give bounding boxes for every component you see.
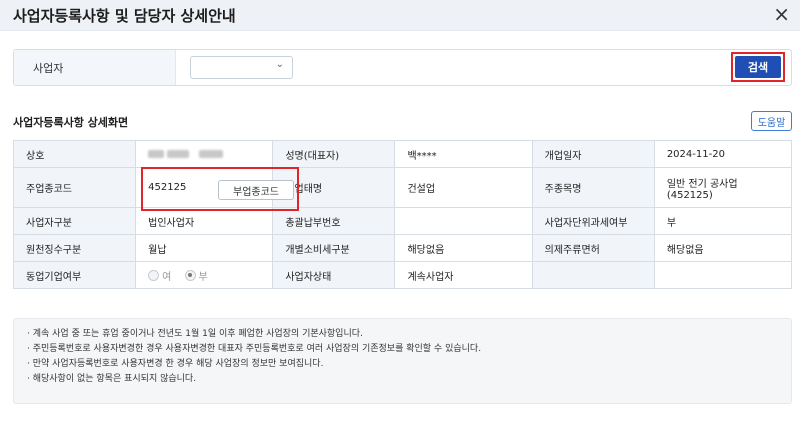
note-item: · 주민등록번호로 사용자변경한 경우 사용자변경한 대표자 주민등록번호로 여… — [27, 344, 482, 354]
label-cell: 사업자단위과세여부 — [531, 207, 655, 235]
value-cell: 해당없음 — [394, 234, 533, 262]
table-row: 상호 성명(대표자) 백**** 개업일자 2024-11-20 — [12, 140, 793, 168]
partnership-radio-group: 여 부 — [135, 261, 274, 289]
table-row: 사업자구분 법인사업자 총괄납부번호 사업자단위과세여부 부 — [12, 207, 793, 235]
value-cell: 법인사업자 — [135, 207, 274, 235]
label-cell: 개업일자 — [531, 140, 655, 168]
label-cell: 동업기업여부 — [12, 261, 137, 289]
business-label: 사업자 — [33, 62, 64, 75]
redacted-text — [198, 149, 223, 158]
search-button-highlight: 검색 — [731, 52, 785, 82]
radio-no[interactable] — [184, 269, 196, 281]
search-panel: 사업자 ⌄ 검색 — [13, 49, 792, 86]
search-label-cell: 사업자 — [14, 50, 176, 85]
trade-name-value — [135, 140, 274, 168]
value-cell: 부 — [653, 207, 793, 235]
label-cell: 상호 — [12, 140, 137, 168]
sub-industry-code-button[interactable]: 부업종코드 — [218, 180, 294, 200]
notes-box: · 계속 사업 중 또는 휴업 중이거나 전년도 1월 1일 이후 폐업한 사업… — [13, 318, 792, 404]
value-cell — [394, 207, 533, 235]
redacted-text — [167, 149, 190, 158]
chevron-down-icon: ⌄ — [275, 59, 284, 70]
close-icon[interactable]: × — [773, 2, 790, 26]
radio-no-label: 부 — [198, 271, 208, 283]
value-cell: 건설업 — [394, 167, 533, 208]
value-cell — [653, 261, 793, 289]
label-cell: 사업자구분 — [12, 207, 137, 235]
label-cell: 의제주류면허 — [531, 234, 655, 262]
dialog-title: 사업자등록사항 및 담당자 상세안내 — [13, 7, 236, 25]
redacted-text — [148, 149, 165, 158]
radio-yes[interactable] — [148, 269, 160, 281]
label-cell: 총괄납부번호 — [272, 207, 396, 235]
table-row: 동업기업여부 여 부 사업자상태 계속사업자 — [12, 261, 793, 289]
table-row: 원천징수구분 월납 개별소비세구분 해당없음 의제주류면허 해당없음 — [12, 234, 793, 262]
section-title: 사업자등록사항 상세화면 — [13, 116, 129, 129]
search-button[interactable]: 검색 — [735, 56, 781, 78]
business-select[interactable]: ⌄ — [190, 56, 293, 79]
note-item: · 계속 사업 중 또는 휴업 중이거나 전년도 1월 1일 이후 폐업한 사업… — [27, 329, 363, 339]
table-row: 주업종코드 452125 주업태명 건설업 주종목명 일반 전기 공사업(452… — [12, 167, 793, 208]
help-button[interactable]: 도움말 — [751, 111, 792, 131]
value-cell: 계속사업자 — [394, 261, 533, 289]
label-cell — [531, 261, 655, 289]
label-cell: 주종목명 — [531, 167, 655, 208]
value-cell: 해당없음 — [653, 234, 793, 262]
label-cell: 주업종코드 — [12, 167, 137, 208]
label-cell: 사업자상태 — [272, 261, 396, 289]
value-cell: 일반 전기 공사업(452125) — [653, 167, 793, 208]
value-cell: 백**** — [394, 140, 533, 168]
label-cell: 성명(대표자) — [272, 140, 396, 168]
dialog-header: 사업자등록사항 및 담당자 상세안내 × — [0, 0, 800, 31]
label-cell: 개별소비세구분 — [272, 234, 396, 262]
label-cell: 원천징수구분 — [12, 234, 137, 262]
note-item: · 만약 사업자등록번호로 사용자변경 한 경우 해당 사업장의 정보만 보여집… — [27, 359, 324, 369]
value-cell: 월납 — [135, 234, 274, 262]
note-item: · 해당사항이 없는 항목은 표시되지 않습니다. — [27, 374, 197, 384]
radio-yes-label: 여 — [162, 271, 172, 283]
value-cell: 2024-11-20 — [653, 140, 793, 168]
business-info-table: 상호 성명(대표자) 백**** 개업일자 2024-11-20 주업종코드 4… — [12, 140, 793, 289]
